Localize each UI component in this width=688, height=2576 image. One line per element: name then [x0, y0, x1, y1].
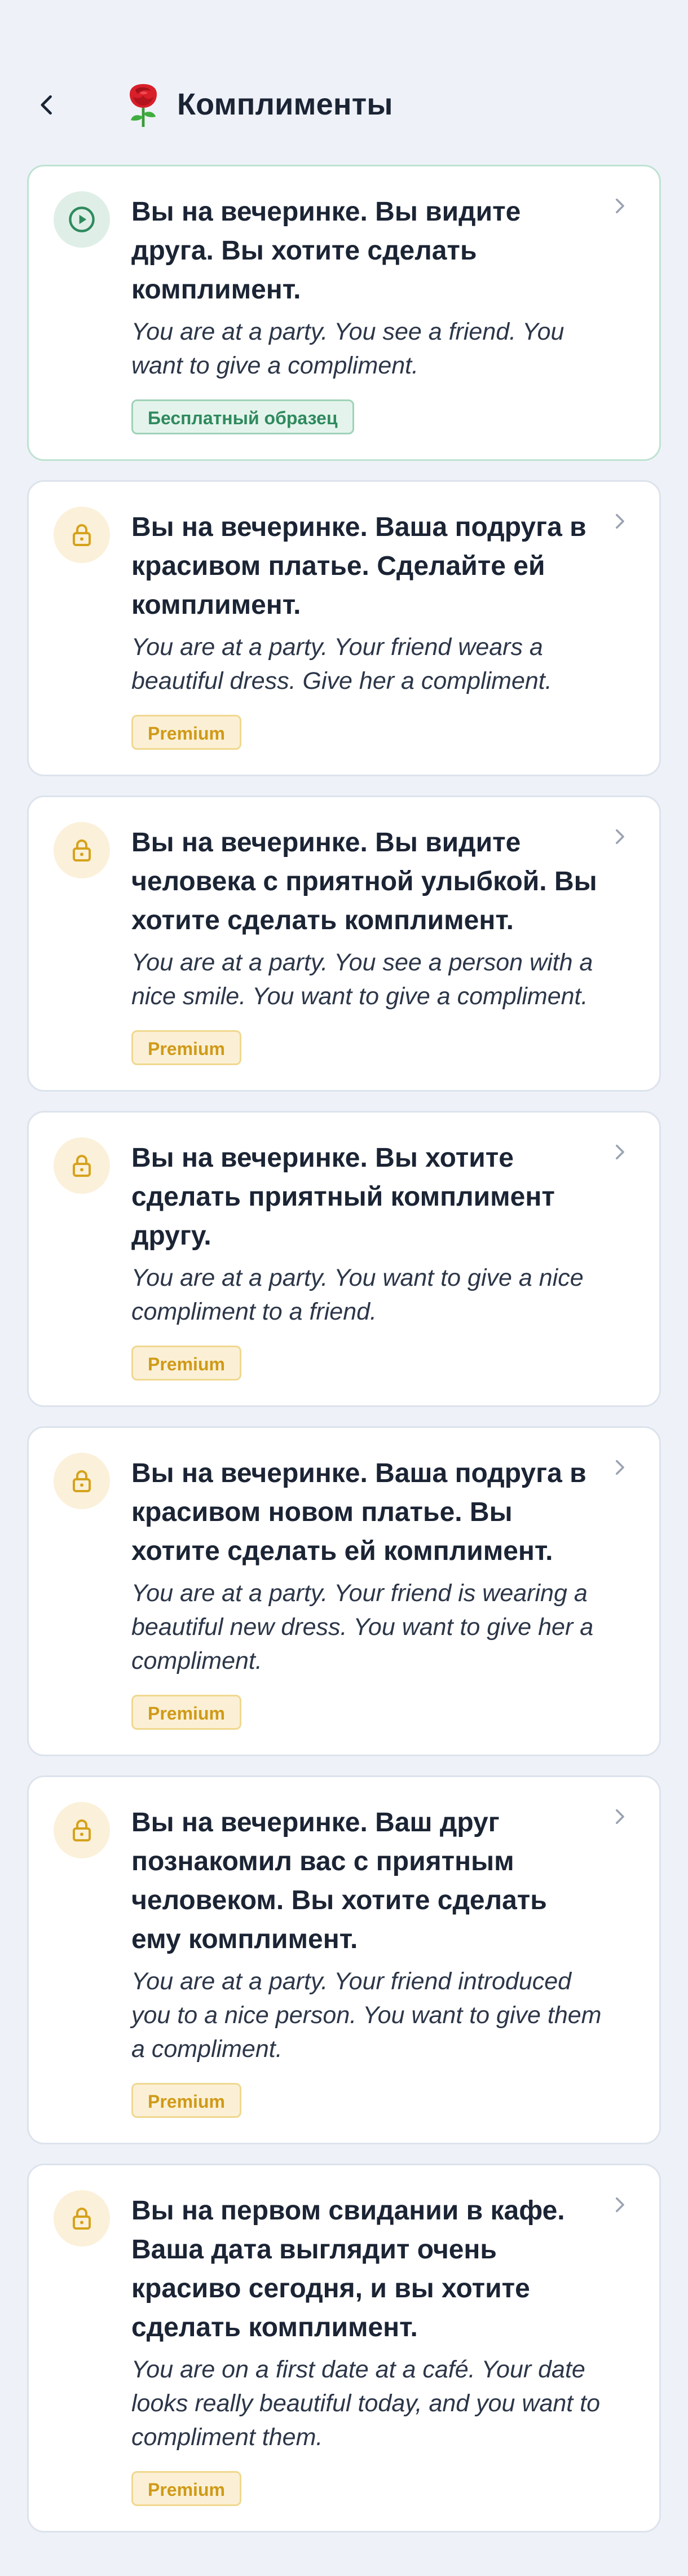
card-translation-en: You are at a party. You see a person wit… — [131, 949, 593, 1010]
chevron-right-icon — [615, 829, 624, 845]
card-content: Вы на вечеринке. Вы видите человека с пр… — [131, 797, 603, 1090]
card-content: Вы на вечеринке. Ваша подруга в красивом… — [131, 1428, 603, 1755]
card-title-ru: Вы на вечеринке. Вы видите человека с пр… — [131, 828, 597, 935]
lock-icon — [73, 839, 91, 861]
card-status-icon — [54, 822, 110, 878]
page-title: Комплименты — [177, 87, 393, 121]
card-title-ru: Вы на первом свидании в кафе. Ваша дата … — [131, 2196, 565, 2342]
header: Комплименты — [0, 0, 688, 147]
card-status-icon — [54, 1802, 110, 1858]
premium-badge: Premium — [131, 715, 241, 750]
compliment-card[interactable]: Вы на вечеринке. Вы видите друга. Вы хот… — [27, 165, 661, 461]
card-translation-en: You are at a party. Your friend introduc… — [131, 1968, 602, 2063]
card-translation-en: You are at a party. You see a friend. Yo… — [131, 318, 564, 379]
card-title-ru: Вы на вечеринке. Ваша подруга в красивом… — [131, 512, 586, 620]
card-translation-en: You are on a first date at a café. Your … — [131, 2356, 601, 2451]
chevron-right-icon — [615, 198, 624, 214]
premium-badge: Premium — [131, 1346, 241, 1381]
card-title-ru: Вы на вечеринке. Вы видите друга. Вы хот… — [131, 197, 521, 305]
compliment-card[interactable]: Вы на вечеринке. Ваш друг познакомил вас… — [27, 1775, 661, 2144]
lock-icon — [73, 1155, 91, 1177]
compliment-card[interactable]: Вы на вечеринке. Ваша подруга в красивом… — [27, 1426, 661, 1756]
chevron-left-icon — [41, 95, 52, 115]
play-icon — [69, 206, 95, 232]
chevron-right-icon — [615, 513, 624, 529]
premium-badge: Premium — [131, 2083, 241, 2118]
card-status-icon — [54, 507, 110, 563]
chevron-right-icon — [615, 1460, 624, 1475]
premium-badge: Premium — [131, 2471, 241, 2506]
lock-icon — [73, 524, 91, 546]
card-translation-en: You are at a party. You want to give a n… — [131, 1264, 584, 1325]
card-content: Вы на вечеринке. Ваш друг познакомил вас… — [131, 1777, 603, 2143]
card-title-ru: Вы на вечеринке. Ваш друг познакомил вас… — [131, 1808, 547, 1954]
chevron-right-icon — [615, 2197, 624, 2213]
card-status-icon — [54, 1137, 110, 1194]
card-status-icon — [54, 2190, 110, 2247]
card-title-ru: Вы на вечеринке. Ваша подруга в красивом… — [131, 1458, 586, 1566]
premium-badge: Premium — [131, 1695, 241, 1730]
card-list: Вы на вечеринке. Вы видите друга. Вы хот… — [27, 165, 661, 2552]
back-button[interactable] — [27, 85, 68, 125]
card-translation-en: You are at a party. Your friend wears a … — [131, 634, 552, 694]
free-sample-badge: Бесплатный образец — [131, 399, 354, 434]
card-title-ru: Вы на вечеринке. Вы хотите сделать прият… — [131, 1143, 555, 1251]
compliment-card[interactable]: Вы на вечеринке. Вы видите человека с пр… — [27, 795, 661, 1092]
card-translation-en: You are at a party. Your friend is weari… — [131, 1580, 594, 1674]
card-content: Вы на вечеринке. Ваша подруга в красивом… — [131, 482, 603, 775]
rose-icon — [130, 84, 157, 127]
lock-icon — [73, 1470, 91, 1492]
lock-icon — [73, 2208, 91, 2230]
lock-icon — [73, 1819, 91, 1841]
card-content: Вы на первом свидании в кафе. Ваша дата … — [131, 2165, 603, 2531]
card-status-icon — [54, 1453, 110, 1509]
premium-badge: Premium — [131, 1030, 241, 1065]
card-content: Вы на вечеринке. Вы хотите сделать прият… — [131, 1113, 603, 1405]
chevron-right-icon — [615, 1809, 624, 1825]
card-status-icon — [54, 191, 110, 248]
card-content: Вы на вечеринке. Вы видите друга. Вы хот… — [131, 166, 603, 459]
chevron-right-icon — [615, 1144, 624, 1160]
compliment-card[interactable]: Вы на вечеринке. Вы хотите сделать прият… — [27, 1111, 661, 1407]
compliment-card[interactable]: Вы на первом свидании в кафе. Ваша дата … — [27, 2164, 661, 2533]
compliment-card[interactable]: Вы на вечеринке. Ваша подруга в красивом… — [27, 480, 661, 776]
